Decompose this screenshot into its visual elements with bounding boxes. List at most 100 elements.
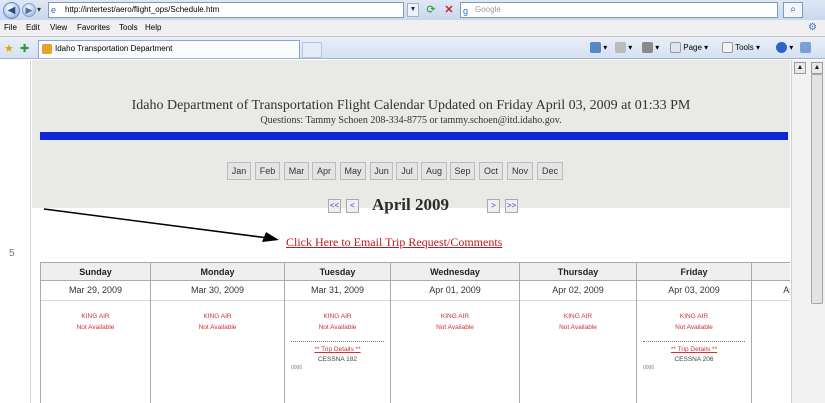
aircraft-name: KING AIR <box>81 313 110 320</box>
new-tab-button[interactable] <box>302 42 322 58</box>
trip-aircraft: CESSNA 206 <box>674 356 714 363</box>
vertical-scrollbar-thumb[interactable] <box>811 74 823 304</box>
day-date: Mar 30, 2009 <box>151 281 284 301</box>
first-month-button[interactable]: << <box>328 199 341 213</box>
day-header: Wednesday <box>391 263 519 281</box>
day-column-sunday: Sunday Mar 29, 2009 KING AIR Not Available <box>40 263 150 403</box>
next-month-button[interactable]: > <box>487 199 500 213</box>
page-menu-label: Page <box>683 43 702 52</box>
availability-status: Not Available <box>198 324 237 331</box>
menu-help[interactable]: Help <box>145 23 161 32</box>
blue-divider-bar <box>40 132 788 140</box>
day-date: Mar 29, 2009 <box>41 281 150 301</box>
aircraft-name: KING AIR <box>203 313 232 320</box>
calendar-month-title: April 2009 <box>372 195 449 214</box>
help-icon[interactable]: ▾ <box>776 41 793 55</box>
day-header: Thursday <box>520 263 636 281</box>
aircraft-status: KING AIR Not Available <box>285 311 390 333</box>
day-column-saturday: SaturdayApr 04, 2009 KING AIRNot Availabl… <box>751 263 790 403</box>
availability-status: Not Available <box>752 322 790 333</box>
menu-view[interactable]: View <box>50 23 67 32</box>
day-header: Friday <box>637 263 751 281</box>
back-button[interactable]: ◀ <box>3 2 20 19</box>
day-header: Monday <box>151 263 284 281</box>
aircraft-status: KING AIR Not Available <box>391 311 519 333</box>
left-gutter: 5 <box>0 60 31 403</box>
month-sep[interactable]: Sep <box>450 162 475 180</box>
research-icon[interactable] <box>800 41 811 55</box>
day-column-wednesday: Wednesday Apr 01, 2009 KING AIR Not Availab… <box>390 263 519 403</box>
address-dropdown-button[interactable]: ▼ <box>407 3 419 17</box>
tab-bar: ★ ✚ Idaho Transportation Department ▾ ▾ … <box>0 37 825 59</box>
menu-bar: File Edit View Favorites Tools Help ⚙ <box>0 20 825 37</box>
aircraft-status: KING AIR Not Available <box>520 311 636 333</box>
menu-file[interactable]: File <box>4 23 17 32</box>
add-favorite-icon[interactable]: ✚ <box>20 42 29 55</box>
trip-divider <box>643 341 745 342</box>
links-icon[interactable]: ⚙ <box>808 22 817 33</box>
month-feb[interactable]: Feb <box>255 162 280 180</box>
availability-status: Not Available <box>318 324 357 331</box>
forward-button[interactable]: ▶ <box>22 3 36 17</box>
month-jun[interactable]: Jun <box>370 162 393 180</box>
month-jan[interactable]: Jan <box>227 162 251 180</box>
tools-menu-label: Tools <box>735 43 754 52</box>
home-icon[interactable]: ▾ <box>590 41 607 55</box>
trip-details-link[interactable]: ** Trip Details ** <box>285 345 390 355</box>
month-oct[interactable]: Oct <box>479 162 503 180</box>
aircraft-name: KING AIR <box>440 313 470 320</box>
menu-edit[interactable]: Edit <box>26 23 40 32</box>
scroll-up-icon[interactable]: ▲ <box>794 62 806 74</box>
month-may[interactable]: May <box>340 162 366 180</box>
favorites-star-icon[interactable]: ★ <box>4 42 14 55</box>
menu-favorites[interactable]: Favorites <box>77 23 110 32</box>
aircraft-name: KING AIR <box>563 313 593 320</box>
trip-extra-text: 0000 <box>291 365 303 371</box>
aircraft-name: KING AIR <box>323 313 352 320</box>
menu-tools[interactable]: Tools <box>119 23 138 32</box>
day-column-thursday: Thursday Apr 02, 2009 KING AIR Not Availabl… <box>519 263 636 403</box>
month-aug[interactable]: Aug <box>421 162 447 180</box>
page-menu[interactable]: Page ▾ <box>670 41 708 55</box>
month-mar[interactable]: Mar <box>284 162 309 180</box>
availability-status: Not Available <box>559 324 597 331</box>
month-nov[interactable]: Nov <box>507 162 533 180</box>
month-dec[interactable]: Dec <box>537 162 563 180</box>
day-date: Apr 03, 2009 <box>637 281 751 301</box>
search-placeholder: Google <box>475 5 501 14</box>
stop-icon[interactable]: ✕ <box>441 3 457 17</box>
email-trip-request-link[interactable]: Click Here to Email Trip Request/Comment… <box>286 235 502 250</box>
scroll-up-icon-right[interactable]: ▲ <box>811 62 823 74</box>
tab-title: Idaho Transportation Department <box>55 44 173 53</box>
print-icon[interactable]: ▾ <box>642 41 659 55</box>
history-dropdown-icon[interactable]: ▾ <box>37 5 41 14</box>
trip-details-link[interactable]: ** Trip Details ** <box>637 345 751 355</box>
feeds-icon[interactable]: ▾ <box>615 41 632 55</box>
month-apr[interactable]: Apr <box>312 162 336 180</box>
questions-text: Questions: Tammy Schoen 208-334-8775 or … <box>260 115 562 126</box>
availability-status: Not Available <box>76 324 115 331</box>
address-input[interactable]: e http://intertest/aero/flight_ops/Sched… <box>48 2 404 18</box>
month-jul[interactable]: Jul <box>396 162 418 180</box>
search-input[interactable]: g Google <box>460 2 778 18</box>
last-month-button[interactable]: >> <box>505 199 518 213</box>
trip-aircraft: CESSNA 182 <box>317 356 358 363</box>
aircraft-status: KING AIRNot Available <box>637 311 751 333</box>
calendar-grid: Sunday Mar 29, 2009 KING AIR Not Available M… <box>40 262 790 403</box>
aircraft-status: KING AIRNot Available <box>752 311 790 333</box>
tab-page-icon <box>42 44 52 54</box>
tab-idaho-transportation[interactable]: Idaho Transportation Department <box>38 40 300 58</box>
prev-month-button[interactable]: < <box>346 199 359 213</box>
tools-menu[interactable]: Tools ▾ <box>722 41 760 55</box>
refresh-icon[interactable]: ⟳ <box>423 3 439 17</box>
day-date: Apr 02, 2009 <box>520 281 636 301</box>
gutter-mark: 5 <box>9 248 15 259</box>
header-banner: Idaho Department of Transportation Fligh… <box>32 60 790 208</box>
aircraft-status: KING AIR Not Available <box>151 311 284 333</box>
aircraft-status: KING AIR Not Available <box>41 311 150 333</box>
day-header: Sunday <box>41 263 150 281</box>
day-column-tuesday: Tuesday Mar 31, 2009 KING AIR Not Available… <box>284 263 390 403</box>
availability-status: Not Available <box>436 324 474 331</box>
search-icon[interactable]: ⌕ <box>783 2 803 18</box>
google-icon: g <box>463 6 469 16</box>
